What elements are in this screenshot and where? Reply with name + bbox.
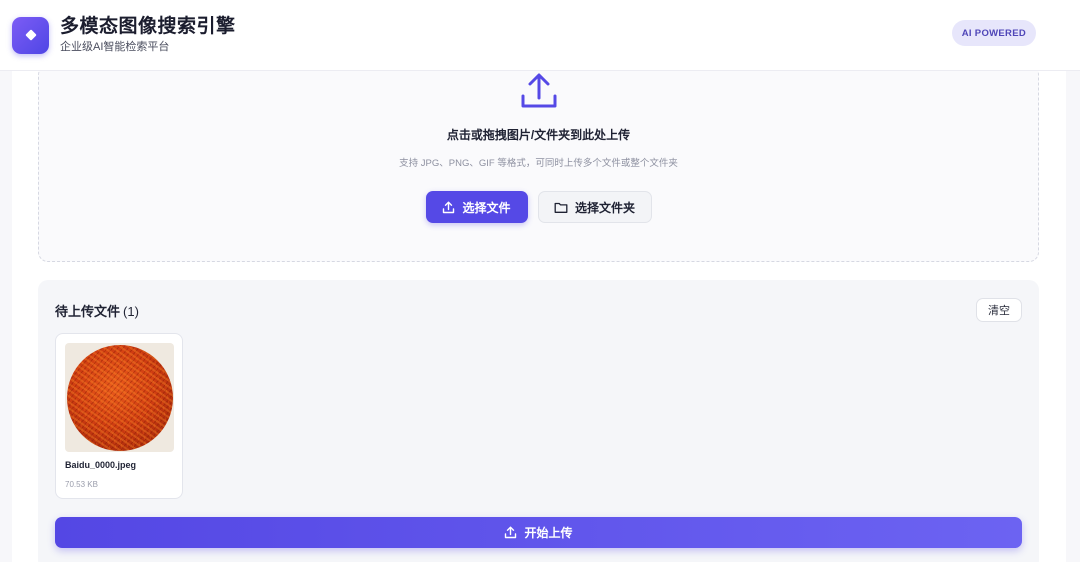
app-title: 多模态图像搜索引擎	[60, 16, 236, 37]
upload-page: 点击或拖拽图片/文件夹到此处上传 支持 JPG、PNG、GIF 等格式，可同时上…	[12, 65, 1066, 562]
pending-files-title: 待上传文件 (1)	[55, 301, 139, 320]
dropzone-buttons: 选择文件 选择文件夹	[39, 191, 1038, 223]
image-preview	[66, 344, 173, 451]
file-thumbnail	[65, 343, 174, 452]
file-name: Baidu_0000.jpeg	[65, 460, 137, 470]
pending-files-count: (1)	[123, 304, 139, 319]
pending-files-panel: 待上传文件 (1) 清空 Baidu_0000.jpeg 70.53 KB 开始上…	[38, 280, 1039, 562]
folder-icon	[554, 202, 568, 213]
pending-files-label: 待上传文件	[55, 304, 121, 319]
app-header: 多模态图像搜索引擎 企业级AI智能检索平台 AI POWERED	[0, 0, 1080, 71]
upload-small-icon	[505, 526, 517, 539]
dropzone-hint: 支持 JPG、PNG、GIF 等格式，可同时上传多个文件或整个文件夹	[399, 158, 678, 169]
select-files-label: 选择文件	[462, 200, 511, 215]
select-folder-button[interactable]: 选择文件夹	[537, 191, 652, 223]
upload-dropzone[interactable]: 点击或拖拽图片/文件夹到此处上传 支持 JPG、PNG、GIF 等格式，可同时上…	[38, 65, 1039, 262]
select-files-button[interactable]: 选择文件	[425, 191, 528, 223]
upload-small-icon	[443, 201, 455, 213]
ai-powered-badge: AI POWERED	[951, 20, 1036, 46]
clear-button[interactable]: 清空	[976, 298, 1022, 322]
header-titles: 多模态图像搜索引擎 企业级AI智能检索平台	[60, 15, 236, 55]
select-folder-label: 选择文件夹	[574, 200, 635, 215]
diamond-icon	[24, 29, 37, 41]
dropzone-title: 点击或拖拽图片/文件夹到此处上传	[446, 128, 631, 142]
upload-icon	[521, 73, 557, 108]
app-subtitle: 企业级AI智能检索平台	[60, 41, 170, 53]
file-card[interactable]: Baidu_0000.jpeg 70.53 KB	[55, 333, 183, 499]
start-upload-label: 开始上传	[524, 526, 573, 540]
app-logo	[12, 16, 49, 54]
start-upload-button[interactable]: 开始上传	[55, 517, 1022, 548]
file-size: 70.53 KB	[65, 480, 98, 489]
